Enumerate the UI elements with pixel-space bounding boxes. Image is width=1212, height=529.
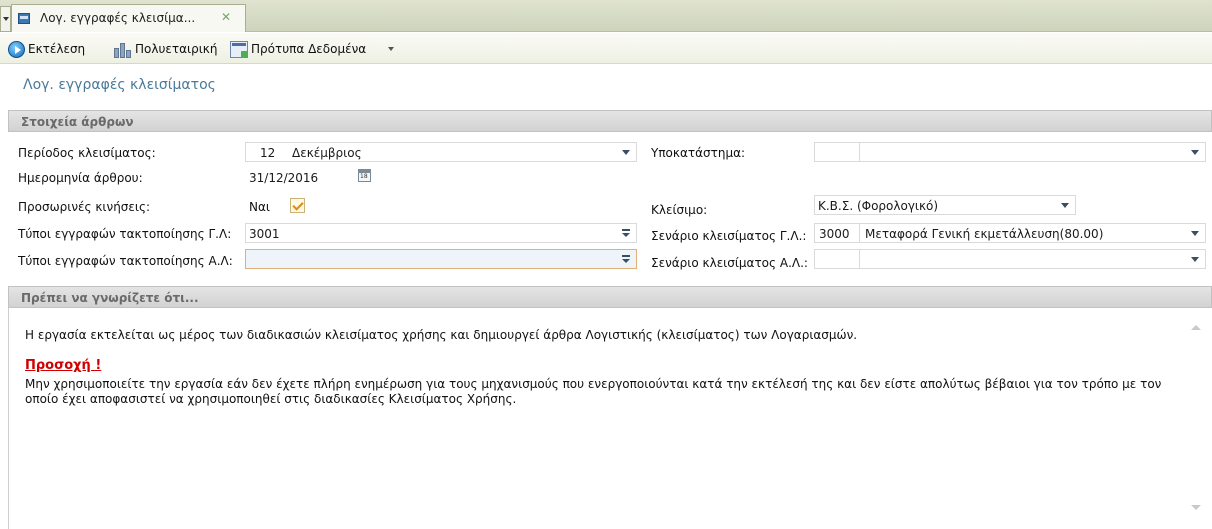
articles-panel-header: Στοιχεία άρθρων — [8, 110, 1212, 132]
info-line: Μην χρησιμοποιείτε την εργασία εάν δεν έ… — [25, 377, 1162, 391]
closing-select[interactable]: Κ.Β.Σ. (Φορολογικό) — [814, 195, 1076, 215]
info-line: οποίο έχει αποφασιστεί να χρησιμοποιηθεί… — [25, 392, 517, 406]
al-types-label: Τύποι εγγραφών τακτοποίησης Α.Λ: — [18, 254, 233, 268]
period-select[interactable]: 12 Δεκέμβριος — [245, 142, 637, 162]
temp-moves-value: Ναι — [249, 200, 270, 214]
field-separator — [859, 224, 860, 242]
info-panel-title: Πρέπει να γνωρίζετε ότι... — [21, 291, 199, 305]
chevron-down-icon[interactable] — [622, 150, 630, 155]
checkbox-checked-icon[interactable] — [290, 198, 305, 213]
al-types-select[interactable] — [245, 249, 637, 269]
play-icon — [8, 40, 25, 58]
multi-select-icon[interactable] — [622, 229, 630, 237]
gl-types-select[interactable]: 3001 — [245, 223, 637, 243]
al-scenario-select[interactable] — [814, 249, 1206, 269]
close-icon[interactable]: ✕ — [219, 10, 233, 24]
tab-list-dropdown[interactable] — [0, 6, 11, 32]
chevron-down-icon[interactable] — [1191, 150, 1199, 155]
template-label: Πρότυπα Δεδομένα — [251, 42, 367, 56]
warning-title: Προσοχή ! — [25, 358, 102, 373]
info-line: Η εργασία εκτελείται ως μέρος των διαδικ… — [25, 328, 858, 342]
template-data-button[interactable]: Πρότυπα Δεδομένα — [230, 39, 366, 59]
branch-select[interactable] — [814, 142, 1206, 162]
buildings-icon — [114, 41, 132, 58]
closing-value: Κ.Β.Σ. (Φορολογικό) — [818, 199, 939, 213]
tab-strip: Λογ. εγγραφές κλεισίμα... ✕ — [0, 0, 1212, 32]
info-panel-header: Πρέπει να γνωρίζετε ότι... — [8, 286, 1212, 308]
tab-label: Λογ. εγγραφές κλεισίμα... — [40, 11, 196, 25]
run-button[interactable]: Εκτέλεση — [8, 39, 85, 59]
chevron-down-icon[interactable] — [1061, 203, 1069, 208]
tab-closing-entries[interactable]: Λογ. εγγραφές κλεισίμα... ✕ — [11, 4, 246, 32]
table-icon — [230, 40, 248, 58]
gl-scenario-name: Μεταφορά Γενική εκμετάλλευση(80.00) — [865, 227, 1104, 241]
gl-types-value: 3001 — [249, 227, 280, 241]
period-number: 12 — [260, 146, 276, 160]
scroll-up-icon[interactable] — [1191, 325, 1201, 330]
articles-panel-title: Στοιχεία άρθρων — [21, 115, 134, 129]
date-value: 31/12/2016 — [249, 171, 319, 185]
multi-label: Πολυεταιρική — [135, 42, 218, 56]
scroll-down-icon[interactable] — [1191, 505, 1201, 510]
field-separator — [859, 250, 860, 268]
page-title: Λογ. εγγραφές κλεισίματος — [23, 77, 216, 93]
period-label: Περίοδος κλεισίματος: — [18, 146, 156, 160]
run-label: Εκτέλεση — [28, 42, 86, 56]
document-icon — [18, 13, 30, 24]
gl-scenario-select[interactable]: 3000 Μεταφορά Γενική εκμετάλλευση(80.00) — [814, 223, 1206, 243]
branch-label: Υποκατάστημα: — [651, 146, 746, 160]
chevron-down-icon[interactable] — [388, 47, 394, 51]
temp-moves-label: Προσωρινές κινήσεις: — [18, 200, 151, 214]
gl-types-label: Τύποι εγγραφών τακτοποίησης Γ.Λ: — [18, 227, 232, 241]
toolbar: Εκτέλεση Πολυεταιρική Πρότυπα Δεδομένα — [0, 33, 1212, 64]
period-month: Δεκέμβριος — [292, 146, 362, 160]
chevron-down-icon[interactable] — [1191, 231, 1199, 236]
multi-company-button[interactable]: Πολυεταιρική — [114, 39, 217, 59]
chevron-down-icon[interactable] — [1191, 257, 1199, 262]
date-label: Ημερομηνία άρθρου: — [18, 171, 143, 185]
calendar-icon[interactable] — [358, 169, 371, 182]
gl-scenario-label: Σενάριο κλεισίματος Γ.Λ.: — [651, 229, 807, 243]
field-separator — [859, 143, 860, 161]
closing-label: Κλείσιμο: — [651, 203, 708, 217]
multi-select-icon[interactable] — [622, 255, 630, 263]
al-scenario-label: Σενάριο κλεισίματος Α.Λ.: — [651, 256, 808, 270]
gl-scenario-code: 3000 — [819, 227, 850, 241]
